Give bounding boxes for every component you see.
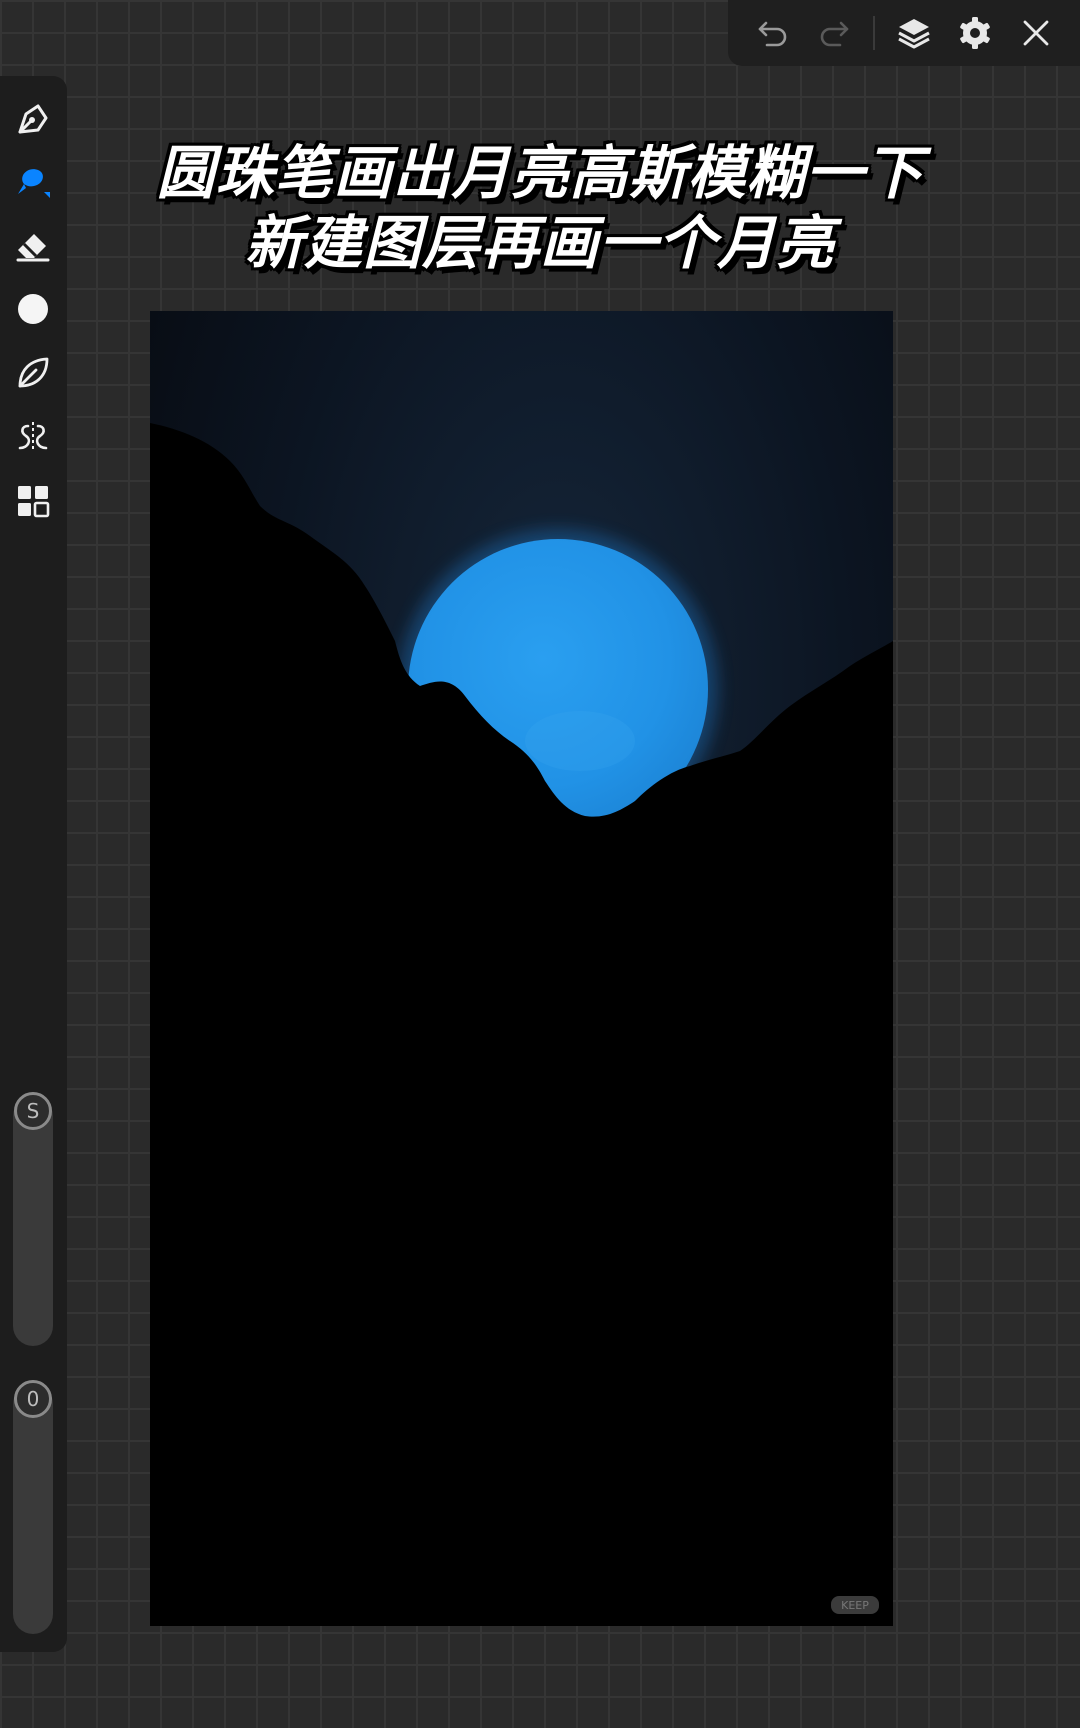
drawing-canvas[interactable]: KEEP bbox=[150, 311, 893, 1626]
watermark: KEEP bbox=[831, 1596, 879, 1614]
gallery-tool[interactable] bbox=[12, 480, 54, 522]
color-picker[interactable] bbox=[12, 288, 54, 330]
undo-button[interactable] bbox=[751, 11, 795, 55]
artwork bbox=[150, 311, 893, 1626]
symmetry-tool[interactable] bbox=[12, 416, 54, 458]
layers-icon bbox=[897, 19, 930, 49]
undo-icon bbox=[758, 21, 786, 47]
symmetry-icon bbox=[18, 422, 48, 452]
color-icon bbox=[18, 294, 48, 324]
moon-texture bbox=[525, 711, 635, 771]
smudge-tool[interactable] bbox=[12, 352, 54, 394]
layers-button[interactable] bbox=[892, 11, 936, 55]
settings-button[interactable] bbox=[953, 11, 997, 55]
close-icon bbox=[1023, 20, 1048, 46]
gallery-icon bbox=[18, 486, 50, 518]
opacity-slider-knob[interactable]: 0 bbox=[14, 1380, 52, 1418]
caption-line-2: 新建图层再画一个月亮 bbox=[244, 209, 835, 277]
left-toolbar: S 0 bbox=[0, 76, 67, 1652]
redo-icon bbox=[820, 21, 848, 47]
smudge-tool-icon bbox=[18, 357, 49, 388]
size-slider-track[interactable] bbox=[13, 1096, 53, 1346]
top-toolbar bbox=[728, 0, 1080, 66]
opacity-slider-label: 0 bbox=[26, 1387, 40, 1411]
size-slider-knob[interactable]: S bbox=[14, 1092, 52, 1130]
opacity-slider-track[interactable] bbox=[13, 1384, 53, 1634]
close-button[interactable] bbox=[1014, 11, 1058, 55]
redo-button[interactable] bbox=[812, 11, 856, 55]
toolbar-divider bbox=[872, 16, 875, 50]
settings-icon bbox=[959, 17, 990, 49]
size-slider-label: S bbox=[26, 1099, 40, 1123]
